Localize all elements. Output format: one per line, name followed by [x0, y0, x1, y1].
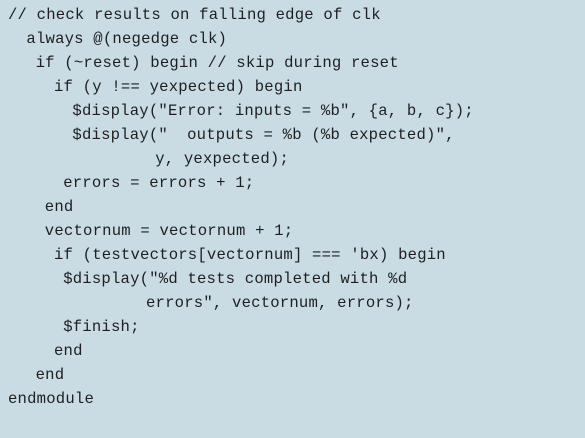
code-line: end [35, 366, 65, 384]
code-panel: // check results on falling edge of clk … [0, 0, 585, 438]
code-line: y, yexpected); [155, 150, 289, 168]
code-line: end [54, 342, 83, 360]
code-line: vectornum = vectornum + 1; [44, 222, 294, 240]
code-line: $display("%d tests completed with %d [63, 270, 408, 288]
code-line: if (y !== yexpected) begin [54, 78, 303, 96]
code-line: if (~reset) begin // skip during reset [35, 54, 399, 72]
code-line: $display(" outputs = %b (%b expected)", [72, 126, 455, 144]
code-line: $finish; [63, 318, 140, 336]
code-line: errors", vectornum, errors); [146, 294, 414, 312]
code-line: always @(negedge clk) [26, 30, 228, 48]
code-line: if (testvectors[vectornum] === 'bx) begi… [54, 246, 446, 264]
code-line: errors = errors + 1; [63, 174, 255, 192]
code-line: // check results on falling edge of clk [8, 6, 381, 24]
code-line: $display("Error: inputs = %b", {a, b, c}… [72, 102, 474, 120]
code-line: endmodule [8, 390, 95, 408]
code-line: end [44, 198, 74, 216]
